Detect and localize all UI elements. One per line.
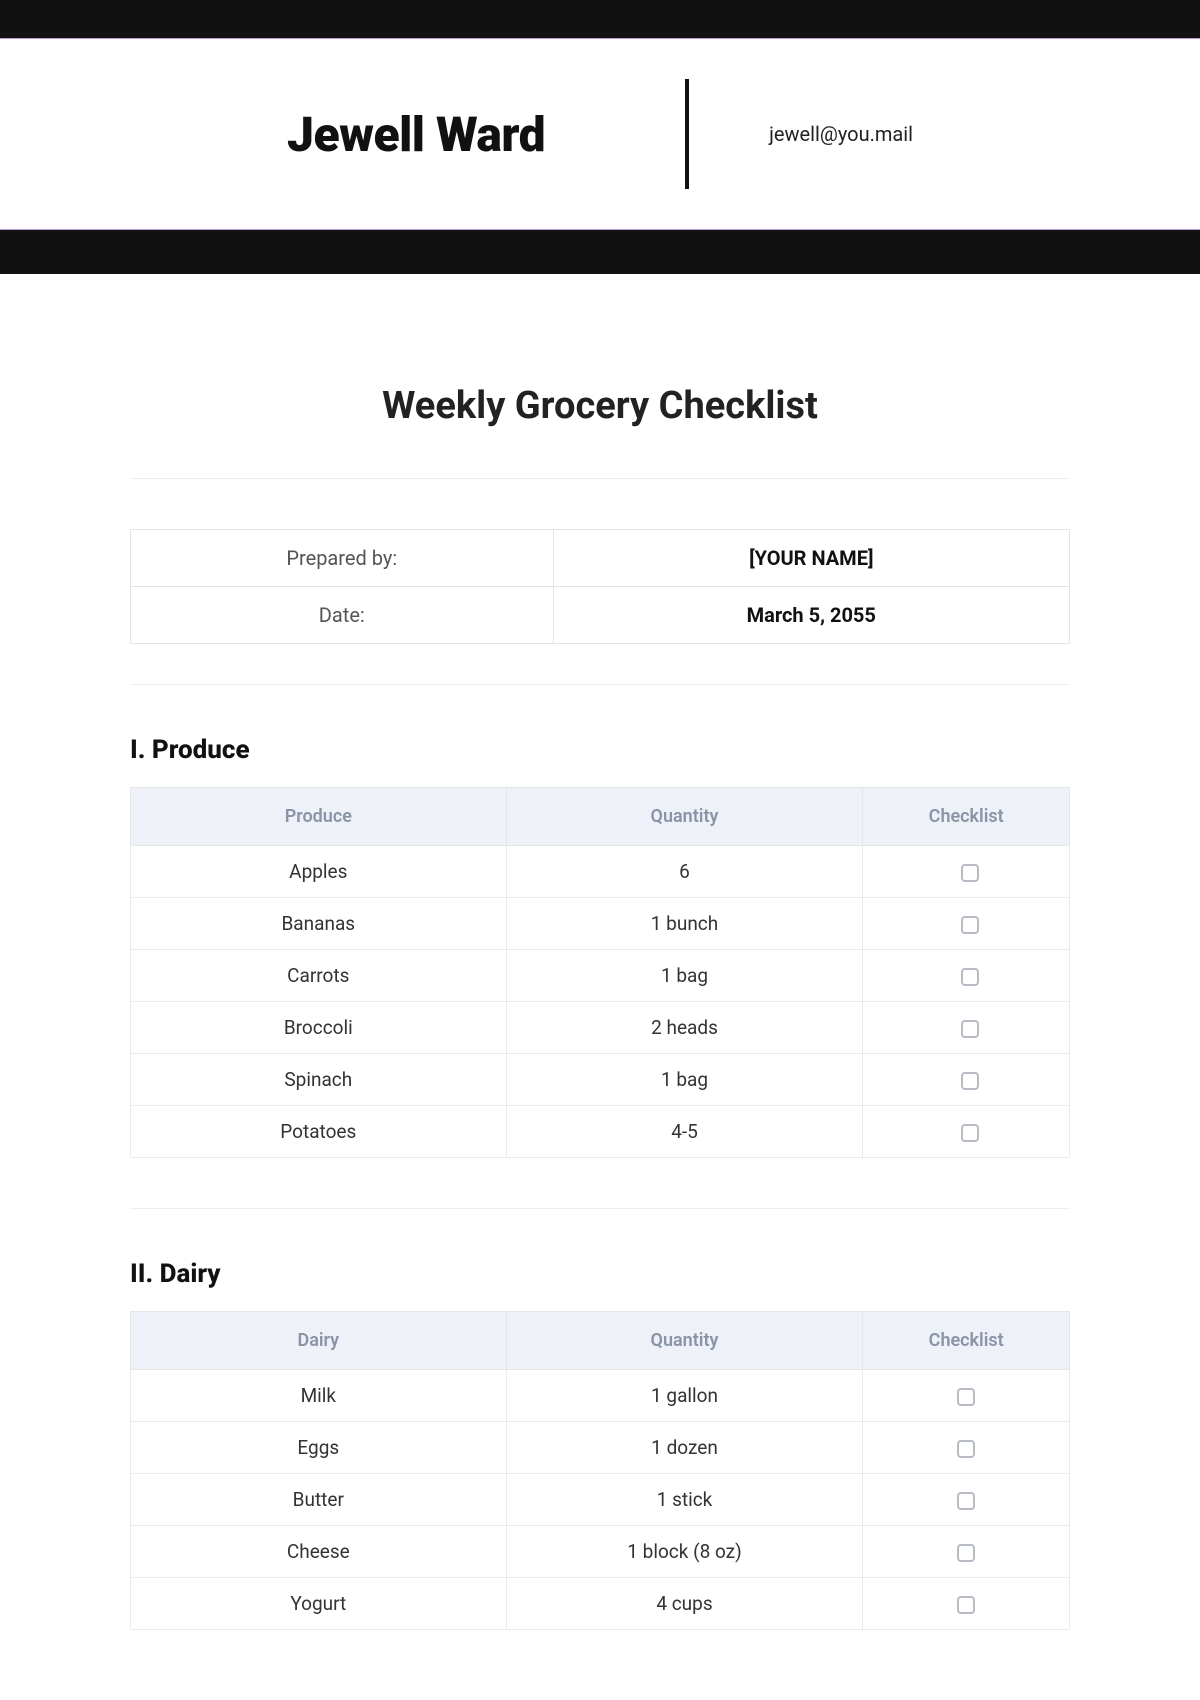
table-row: Bananas 1 bunch bbox=[131, 898, 1070, 950]
dairy-qty: 1 dozen bbox=[506, 1422, 863, 1474]
dairy-item: Yogurt bbox=[131, 1578, 507, 1630]
checkbox[interactable] bbox=[961, 864, 979, 882]
meta-divider bbox=[130, 684, 1070, 685]
produce-item: Apples bbox=[131, 846, 507, 898]
table-row: Potatoes 4-5 bbox=[131, 1106, 1070, 1158]
produce-qty: 2 heads bbox=[506, 1002, 863, 1054]
dairy-item: Cheese bbox=[131, 1526, 507, 1578]
checkbox[interactable] bbox=[957, 1596, 975, 1614]
dairy-qty: 4 cups bbox=[506, 1578, 863, 1630]
produce-qty: 1 bag bbox=[506, 950, 863, 1002]
header: Jewell Ward jewell@you.mail bbox=[0, 39, 1200, 229]
meta-date-value: March 5, 2055 bbox=[553, 587, 1069, 644]
produce-qty: 1 bag bbox=[506, 1054, 863, 1106]
table-row: Carrots 1 bag bbox=[131, 950, 1070, 1002]
dairy-qty: 1 stick bbox=[506, 1474, 863, 1526]
page-title: Weekly Grocery Checklist bbox=[130, 384, 1070, 428]
content: Weekly Grocery Checklist Prepared by: [Y… bbox=[120, 384, 1080, 1690]
checkbox[interactable] bbox=[961, 1020, 979, 1038]
dairy-qty: 1 block (8 oz) bbox=[506, 1526, 863, 1578]
section-heading-dairy: II. Dairy bbox=[130, 1259, 1070, 1289]
produce-item: Spinach bbox=[131, 1054, 507, 1106]
dairy-col-chk: Checklist bbox=[863, 1312, 1070, 1370]
produce-item: Potatoes bbox=[131, 1106, 507, 1158]
dairy-table: Dairy Quantity Checklist Milk 1 gallon E… bbox=[130, 1311, 1070, 1630]
section-heading-produce: I. Produce bbox=[130, 735, 1070, 765]
checkbox[interactable] bbox=[961, 1072, 979, 1090]
person-name: Jewell Ward bbox=[287, 106, 685, 163]
dairy-qty: 1 gallon bbox=[506, 1370, 863, 1422]
checkbox[interactable] bbox=[957, 1388, 975, 1406]
checkbox[interactable] bbox=[961, 916, 979, 934]
title-divider bbox=[130, 478, 1070, 479]
meta-date-label: Date: bbox=[131, 587, 554, 644]
checkbox[interactable] bbox=[957, 1544, 975, 1562]
produce-col-item: Produce bbox=[131, 788, 507, 846]
top-bar-black bbox=[0, 0, 1200, 38]
produce-col-qty: Quantity bbox=[506, 788, 863, 846]
table-row: Cheese 1 block (8 oz) bbox=[131, 1526, 1070, 1578]
dairy-item: Butter bbox=[131, 1474, 507, 1526]
table-row: Milk 1 gallon bbox=[131, 1370, 1070, 1422]
meta-row-prepared-by: Prepared by: [YOUR NAME] bbox=[131, 530, 1070, 587]
table-row: Butter 1 stick bbox=[131, 1474, 1070, 1526]
dairy-item: Eggs bbox=[131, 1422, 507, 1474]
table-row: Broccoli 2 heads bbox=[131, 1002, 1070, 1054]
checkbox[interactable] bbox=[961, 1124, 979, 1142]
produce-qty: 1 bunch bbox=[506, 898, 863, 950]
produce-item: Bananas bbox=[131, 898, 507, 950]
section-divider bbox=[130, 1208, 1070, 1209]
person-email: jewell@you.mail bbox=[689, 122, 913, 146]
checkbox[interactable] bbox=[957, 1492, 975, 1510]
meta-row-date: Date: March 5, 2055 bbox=[131, 587, 1070, 644]
produce-qty: 4-5 bbox=[506, 1106, 863, 1158]
produce-item: Carrots bbox=[131, 950, 507, 1002]
checkbox[interactable] bbox=[957, 1440, 975, 1458]
produce-col-chk: Checklist bbox=[863, 788, 1070, 846]
dairy-col-item: Dairy bbox=[131, 1312, 507, 1370]
produce-qty: 6 bbox=[506, 846, 863, 898]
dairy-item: Milk bbox=[131, 1370, 507, 1422]
table-row: Apples 6 bbox=[131, 846, 1070, 898]
produce-item: Broccoli bbox=[131, 1002, 507, 1054]
header-bottom-bar bbox=[0, 230, 1200, 274]
dairy-col-qty: Quantity bbox=[506, 1312, 863, 1370]
table-row: Eggs 1 dozen bbox=[131, 1422, 1070, 1474]
meta-prepared-by-label: Prepared by: bbox=[131, 530, 554, 587]
checkbox[interactable] bbox=[961, 968, 979, 986]
produce-table: Produce Quantity Checklist Apples 6 Bana… bbox=[130, 787, 1070, 1158]
meta-table: Prepared by: [YOUR NAME] Date: March 5, … bbox=[130, 529, 1070, 644]
meta-prepared-by-value: [YOUR NAME] bbox=[553, 530, 1069, 587]
table-row: Yogurt 4 cups bbox=[131, 1578, 1070, 1630]
table-row: Spinach 1 bag bbox=[131, 1054, 1070, 1106]
